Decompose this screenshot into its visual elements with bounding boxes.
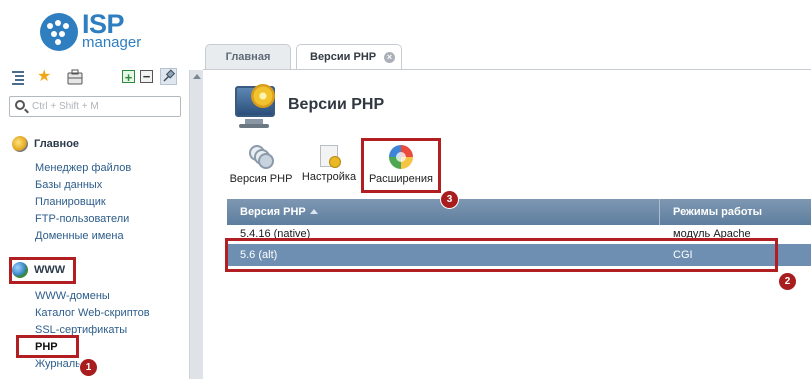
nav-group-main[interactable]: Главное	[12, 136, 79, 152]
collapse-all-icon[interactable]: −	[140, 70, 153, 83]
sidebar: ISP manager ★ + − Главное Менеджер файло…	[0, 0, 189, 379]
sidebar-item-ftp-users[interactable]: FTP-пользователи	[35, 213, 129, 226]
sidebar-toolbar: ★ + −	[10, 68, 182, 87]
search-input[interactable]	[32, 99, 177, 114]
close-icon[interactable]: ×	[384, 52, 395, 63]
search-icon	[15, 100, 25, 110]
tab-home[interactable]: Главная	[205, 44, 291, 70]
tab-label: Версии PHP	[310, 51, 377, 63]
sidebar-scrollbar[interactable]	[189, 70, 203, 379]
settings-button[interactable]: Настройка	[299, 145, 359, 191]
sidebar-item-scheduler[interactable]: Планировщик	[35, 196, 106, 209]
page-title: Версии PHP	[288, 96, 385, 113]
action-label: Версия PHP	[229, 173, 293, 185]
sidebar-item-web-scripts-catalog[interactable]: Каталог Web-скриптов	[35, 307, 150, 320]
main-panel: Главная Версии PHP × Версии PHP Версия P…	[203, 0, 811, 379]
php-version-button[interactable]: Версия PHP	[228, 145, 294, 191]
sidebar-item-logs[interactable]: Журналы	[35, 358, 83, 371]
tab-bar: Главная Версии PHP ×	[203, 0, 811, 70]
scroll-up-arrow-icon[interactable]	[193, 74, 201, 79]
main-group-icon	[12, 136, 28, 152]
php-versions-page-icon	[233, 84, 281, 130]
pin-icon[interactable]	[160, 68, 177, 85]
logo-mark-icon	[40, 13, 78, 51]
expand-all-icon[interactable]: +	[122, 70, 135, 84]
annotation-box-www	[9, 257, 76, 284]
tab-divider	[203, 69, 811, 70]
tree-view-icon[interactable]	[10, 69, 26, 85]
briefcase-icon[interactable]	[67, 69, 83, 85]
sidebar-item-www-domains[interactable]: WWW-домены	[35, 290, 110, 303]
annotation-badge-1: 1	[80, 359, 97, 376]
annotation-box-row	[225, 238, 778, 272]
favorites-star-icon[interactable]: ★	[37, 69, 53, 85]
sort-ascending-icon	[309, 209, 318, 214]
nav-group-label: Главное	[34, 138, 80, 150]
annotation-badge-2: 2	[779, 273, 796, 290]
search-box[interactable]	[9, 96, 181, 117]
annotation-badge-3: 3	[441, 191, 458, 208]
table-header: Версия PHP Режимы работы	[227, 199, 811, 225]
logo-subtext: manager	[82, 34, 142, 51]
column-header-modes[interactable]: Режимы работы	[660, 199, 811, 225]
tab-php-versions[interactable]: Версии PHP ×	[296, 44, 402, 70]
settings-gear-icon	[320, 145, 341, 168]
ispmanager-logo[interactable]: ISP manager	[40, 10, 160, 52]
php-version-icon	[249, 145, 274, 169]
sidebar-item-file-manager[interactable]: Менеджер файлов	[35, 162, 131, 175]
sidebar-item-databases[interactable]: Базы данных	[35, 179, 102, 192]
sidebar-item-domain-names[interactable]: Доменные имена	[35, 230, 124, 243]
annotation-box-php	[16, 335, 79, 358]
action-label: Настройка	[301, 171, 357, 183]
annotation-box-extensions	[361, 138, 441, 193]
